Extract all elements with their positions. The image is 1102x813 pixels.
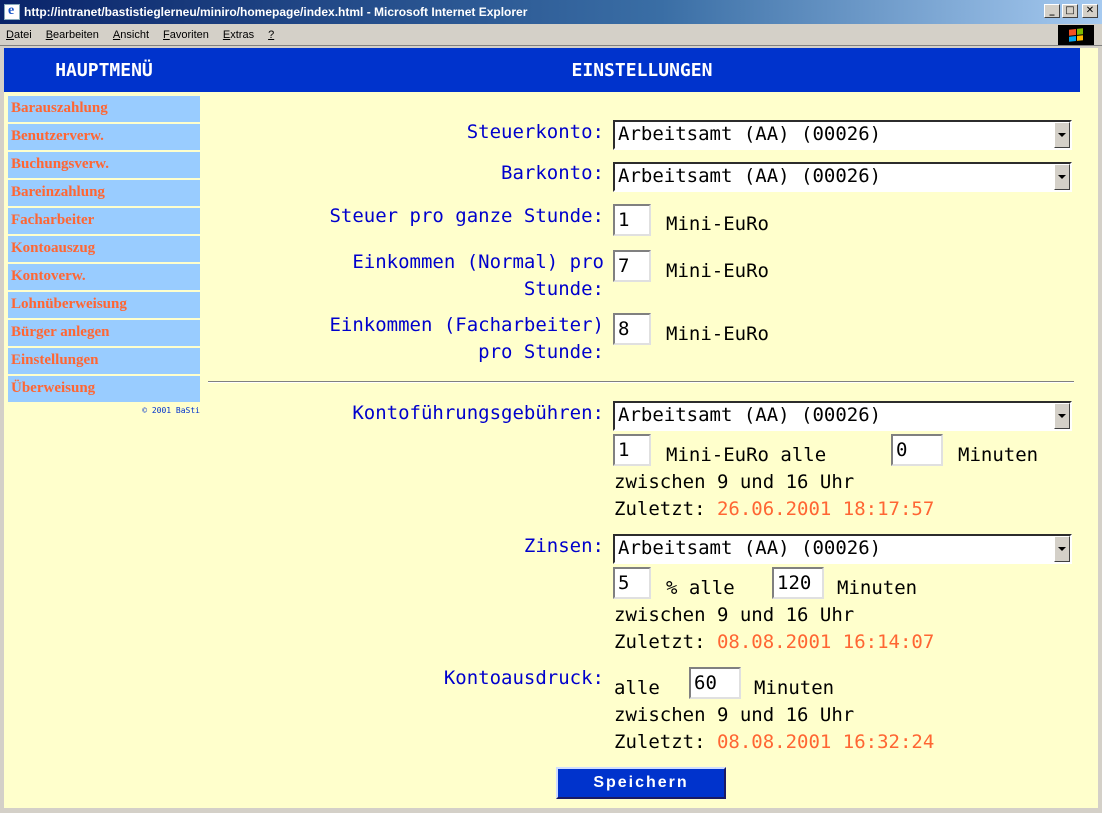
save-button[interactable]: Speichern	[556, 767, 726, 799]
kontoausdruck-minutes-text: Minuten	[754, 677, 835, 699]
steuerkonto-label: Steuerkonto:	[466, 121, 604, 143]
sidebar-item-ueberweisung[interactable]: Überweisung	[8, 376, 200, 402]
barkonto-select[interactable]: Arbeitsamt (AA) (00026)	[613, 162, 1072, 192]
copyright-text: © 2001 BaSti	[142, 406, 200, 415]
steuer-stunde-label: Steuer pro ganze Stunde:	[329, 205, 604, 227]
minimize-icon[interactable]: _	[1044, 4, 1060, 18]
menu-ansicht[interactable]: Ansicht	[107, 29, 157, 41]
windows-logo-icon	[1058, 25, 1094, 45]
menu-extras[interactable]: Extras	[217, 29, 262, 41]
kontoausdruck-prefix: alle	[614, 677, 660, 699]
kontofuehrung-amount-input[interactable]: 1	[613, 434, 651, 466]
menu-datei[interactable]: Datei	[0, 29, 40, 41]
ie-icon	[4, 3, 20, 20]
steuer-stunde-unit: Mini-EuRo	[666, 213, 769, 235]
zinsen-label: Zinsen:	[523, 535, 604, 557]
menu-help[interactable]: ?	[262, 29, 282, 41]
steuerkonto-select[interactable]: Arbeitsamt (AA) (00026)	[613, 120, 1072, 150]
kontofuehrung-last-date: 26.06.2001 18:17:57	[716, 498, 935, 520]
sidebar-item-bareinzahlung[interactable]: Bareinzahlung	[8, 180, 200, 206]
kontoausdruck-minutes-input[interactable]: 60	[689, 667, 741, 699]
barkonto-value: Arbeitsamt (AA) (00026)	[618, 165, 882, 187]
einkommen-normal-input[interactable]: 7	[613, 250, 651, 282]
sidebar-item-facharbeiter[interactable]: Facharbeiter	[8, 208, 200, 234]
einkommen-fach-input[interactable]: 8	[613, 313, 651, 345]
status-bar	[0, 808, 1102, 813]
maximize-icon[interactable]: □	[1062, 4, 1078, 18]
menu-bar: Datei Bearbeiten Ansicht Favoriten Extra…	[0, 24, 1102, 46]
page-content: HAUPTMENÜ EINSTELLUNGEN Barauszahlung Be…	[4, 48, 1098, 808]
kontoausdruck-label: Kontoausdruck:	[443, 667, 604, 689]
menu-favoriten[interactable]: Favoriten	[157, 29, 217, 41]
einkommen-normal-label: Einkommen (Normal) pro Stunde:	[352, 251, 604, 300]
kontoausdruck-window: zwischen 9 und 16 Uhr	[614, 704, 855, 726]
zinsen-last: Zuletzt: 08.08.2001 16:14:07	[614, 631, 935, 653]
kontofuehrung-window: zwischen 9 und 16 Uhr	[614, 471, 855, 493]
sidebar-item-lohnueberweisung[interactable]: Lohnüberweisung	[8, 292, 200, 318]
zinsen-last-date: 08.08.2001 16:14:07	[716, 631, 935, 653]
sidebar-menu: Barauszahlung Benutzerverw. Buchungsverw…	[8, 96, 200, 415]
menu-bearbeiten[interactable]: Bearbeiten	[40, 29, 107, 41]
einkommen-fach-unit: Mini-EuRo	[666, 323, 769, 345]
page-title: EINSTELLUNGEN	[204, 48, 1080, 92]
chevron-down-icon[interactable]	[1054, 164, 1070, 190]
kontofuehrung-value: Arbeitsamt (AA) (00026)	[618, 404, 882, 426]
chevron-down-icon[interactable]	[1054, 403, 1070, 429]
section-divider	[208, 381, 1074, 383]
sidebar-header: HAUPTMENÜ	[4, 48, 204, 92]
chevron-down-icon[interactable]	[1054, 536, 1070, 562]
einkommen-normal-unit: Mini-EuRo	[666, 260, 769, 282]
window-titlebar: http://intranet/bastistieglerneu/miniro/…	[0, 0, 1102, 24]
sidebar-item-kontoauszug[interactable]: Kontoauszug	[8, 236, 200, 262]
zinsen-minutes-input[interactable]: 120	[772, 567, 824, 599]
kontoausdruck-last: Zuletzt: 08.08.2001 16:32:24	[614, 731, 935, 753]
kontofuehrung-minutes-text: Minuten	[958, 444, 1039, 466]
close-icon[interactable]: ✕	[1082, 4, 1098, 18]
chevron-down-icon[interactable]	[1054, 122, 1070, 148]
sidebar-item-benutzerverw[interactable]: Benutzerverw.	[8, 124, 200, 150]
sidebar-item-buerger-anlegen[interactable]: Bürger anlegen	[8, 320, 200, 346]
zinsen-select[interactable]: Arbeitsamt (AA) (00026)	[613, 534, 1072, 564]
window-controls: _ □ ✕	[1044, 4, 1098, 18]
sidebar-item-kontoverw[interactable]: Kontoverw.	[8, 264, 200, 290]
kontofuehrung-amount-text: Mini-EuRo alle	[666, 444, 827, 466]
kontofuehrung-label: Kontoführungsgebühren:	[352, 402, 604, 424]
steuer-stunde-input[interactable]: 1	[613, 204, 651, 236]
einkommen-fach-label: Einkommen (Facharbeiter) pro Stunde:	[329, 314, 604, 363]
zinsen-minutes-text: Minuten	[837, 577, 918, 599]
steuerkonto-value: Arbeitsamt (AA) (00026)	[618, 123, 882, 145]
kontofuehrung-last: Zuletzt: 26.06.2001 18:17:57	[614, 498, 935, 520]
kontofuehrung-select[interactable]: Arbeitsamt (AA) (00026)	[613, 401, 1072, 431]
sidebar-item-buchungsverw[interactable]: Buchungsverw.	[8, 152, 200, 178]
sidebar-item-barauszahlung[interactable]: Barauszahlung	[8, 96, 200, 122]
kontoausdruck-last-date: 08.08.2001 16:32:24	[716, 731, 935, 753]
kontofuehrung-minutes-input[interactable]: 0	[891, 434, 943, 466]
zinsen-rate-text: % alle	[666, 577, 735, 599]
zinsen-rate-input[interactable]: 5	[613, 567, 651, 599]
zinsen-window: zwischen 9 und 16 Uhr	[614, 604, 855, 626]
zinsen-value: Arbeitsamt (AA) (00026)	[618, 537, 882, 559]
window-title: http://intranet/bastistieglerneu/miniro/…	[24, 5, 528, 19]
barkonto-label: Barkonto:	[501, 162, 604, 184]
sidebar-item-einstellungen[interactable]: Einstellungen	[8, 348, 200, 374]
